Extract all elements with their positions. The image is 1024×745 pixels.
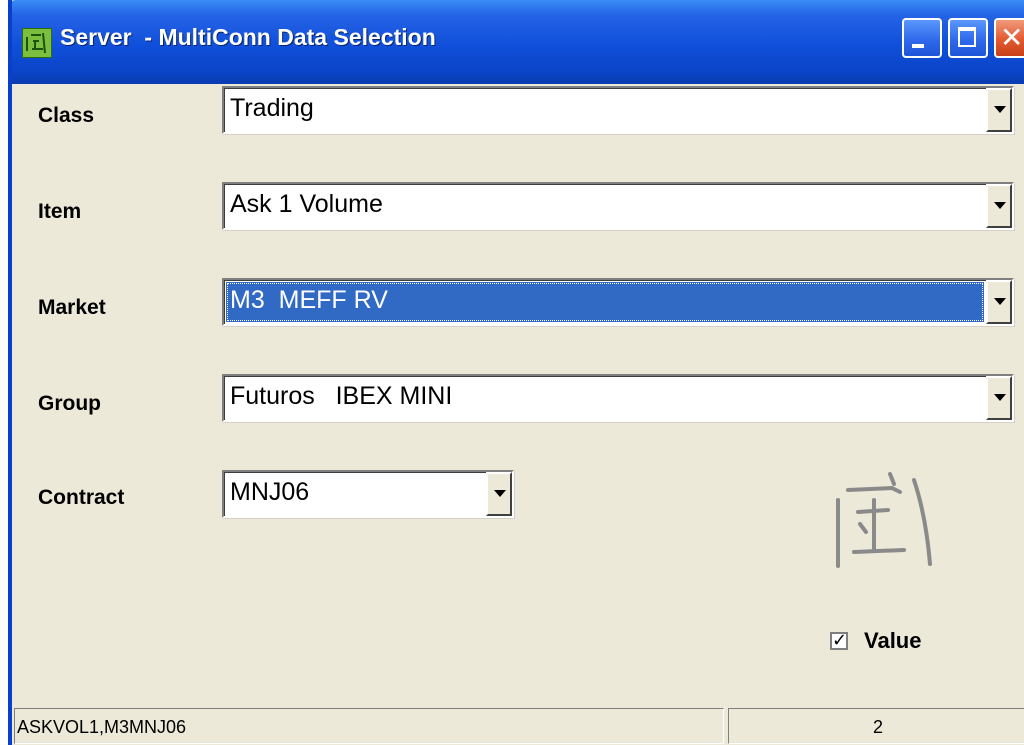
value-checkbox[interactable]: ✓ xyxy=(830,630,848,651)
contract-value: MNJ06 xyxy=(230,478,310,506)
market-dropdown[interactable]: M3 MEFF RV xyxy=(222,278,1014,326)
window-title: Server - MultiConn Data Selection xyxy=(60,24,436,50)
class-value: Trading xyxy=(230,94,314,122)
chevron-down-icon[interactable] xyxy=(986,184,1012,228)
status-panel-count: 2 xyxy=(728,708,1024,744)
close-button[interactable]: ✕ xyxy=(994,18,1024,58)
status-text: ASKVOL1,M3MNJ06 xyxy=(17,717,187,737)
contract-label: Contract xyxy=(38,486,125,509)
status-count: 2 xyxy=(872,717,883,737)
contract-dropdown[interactable]: MNJ06 xyxy=(222,470,514,518)
minimize-button[interactable] xyxy=(902,18,942,58)
group-dropdown[interactable]: Futuros IBEX MINI xyxy=(222,374,1014,422)
data-selection-window: Server - MultiConn Data Selection ✕ Clas… xyxy=(8,0,1024,745)
checkmark-icon: ✓ xyxy=(832,630,848,651)
chevron-down-icon[interactable] xyxy=(986,280,1012,324)
chevron-down-icon[interactable] xyxy=(486,472,512,516)
item-value: Ask 1 Volume xyxy=(230,190,383,218)
group-value: Futuros IBEX MINI xyxy=(230,382,453,410)
class-dropdown[interactable]: Trading xyxy=(222,86,1014,134)
status-panel-main: ASKVOL1,M3MNJ06 xyxy=(14,708,724,744)
group-label: Group xyxy=(38,392,101,415)
market-value: M3 MEFF RV xyxy=(230,286,388,314)
value-checkbox-label[interactable]: Value xyxy=(864,628,921,654)
status-bar: ASKVOL1,M3MNJ06 2 xyxy=(12,706,1024,745)
item-dropdown[interactable]: Ask 1 Volume xyxy=(222,182,1014,230)
chevron-down-icon[interactable] xyxy=(986,88,1012,132)
title-bar[interactable]: Server - MultiConn Data Selection ✕ xyxy=(12,0,1024,84)
class-label: Class xyxy=(38,104,95,127)
market-label: Market xyxy=(38,296,106,319)
maximize-button[interactable] xyxy=(948,18,988,58)
chevron-down-icon[interactable] xyxy=(986,376,1012,420)
app-icon xyxy=(22,28,52,58)
close-icon: ✕ xyxy=(1000,21,1024,54)
multiconn-logo-icon xyxy=(830,466,950,576)
item-label: Item xyxy=(38,200,82,223)
